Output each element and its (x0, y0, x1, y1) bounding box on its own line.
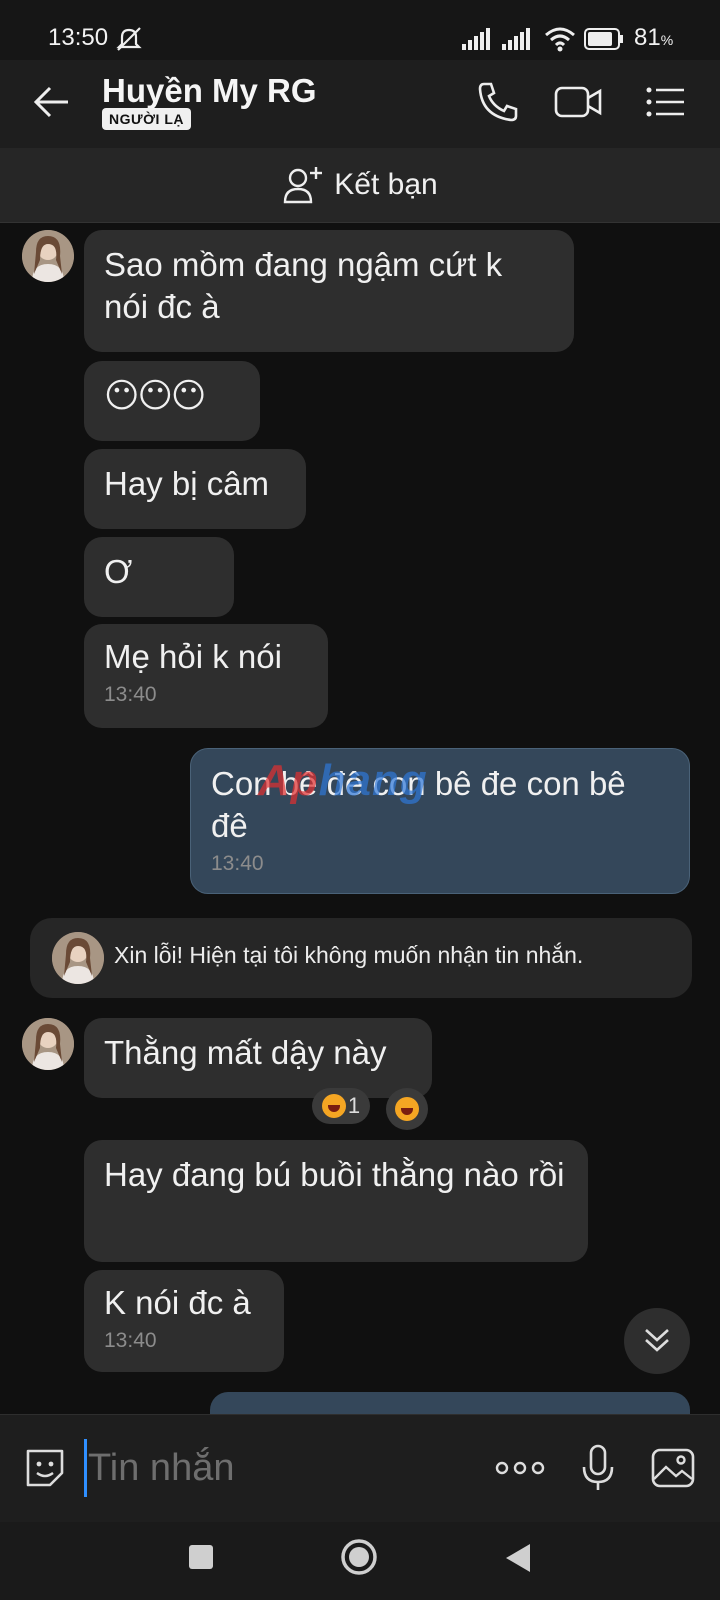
message-text: Sao mồm đang ngậm cứt k nói đc à (104, 246, 503, 325)
video-call-icon[interactable] (552, 76, 604, 128)
wifi-icon (545, 27, 575, 52)
reaction-count[interactable]: 1 (312, 1088, 370, 1124)
message-timestamp: 13:40 (104, 1329, 157, 1352)
message-bubble[interactable]: Hay đang bú buồi thằng nào rồi (84, 1140, 588, 1262)
message-bubble[interactable]: Ơ (84, 537, 234, 617)
message-bubble[interactable]: 😶😶😶 (84, 361, 260, 441)
microphone-icon[interactable] (578, 1443, 618, 1493)
avatar (52, 932, 104, 984)
image-icon[interactable] (650, 1445, 696, 1491)
status-time: 13:50 (48, 24, 109, 51)
add-friend-bar[interactable]: Kết bạn (0, 148, 720, 223)
phone-icon[interactable] (472, 76, 524, 128)
message-text: Thằng mất dậy này (104, 1034, 387, 1071)
laugh-reaction-icon (395, 1097, 419, 1121)
mute-bell-icon (116, 27, 142, 51)
avatar[interactable] (22, 230, 74, 282)
message-bubble[interactable]: Mẹ hỏi k nói 13:40 (84, 624, 328, 728)
contact-name[interactable]: Huyền My RG (102, 72, 317, 110)
battery-percent: 81% (634, 24, 674, 51)
scroll-down-icon (645, 1329, 669, 1352)
back-triangle-icon[interactable] (504, 1542, 532, 1574)
add-friend-icon (284, 167, 323, 204)
more-dots-icon[interactable] (494, 1453, 546, 1483)
recents-square-icon[interactable] (188, 1544, 214, 1570)
message-timestamp: 13:40 (104, 683, 157, 706)
chat-header: Huyền My RG NGƯỜI LẠ (0, 60, 720, 148)
laugh-reaction-icon (321, 1094, 346, 1118)
signal-icon-2 (502, 28, 530, 50)
message-bubble[interactable]: Thằng mất dậy này (84, 1018, 432, 1098)
home-circle-icon[interactable] (340, 1538, 378, 1576)
message-bubble[interactable]: Hay bị câm (84, 449, 306, 529)
message-text: Hay bị câm (104, 465, 270, 502)
add-reaction-button[interactable] (386, 1088, 428, 1130)
text-cursor (84, 1439, 87, 1497)
sticker-icon[interactable] (22, 1445, 68, 1491)
message-text: Hay đang bú buồi thằng nào rồi (104, 1156, 565, 1193)
emoji-message: 😶😶😶 (104, 377, 206, 415)
message-text: Ơ (104, 553, 133, 590)
message-bubble[interactable]: K nói đc à 13:40 (84, 1270, 284, 1372)
signal-icon (462, 28, 490, 50)
message-input-bar (0, 1414, 720, 1523)
system-nav-bar (0, 1522, 720, 1600)
menu-list-icon[interactable] (640, 76, 692, 128)
scroll-down-button[interactable] (624, 1308, 690, 1374)
message-input[interactable] (88, 1443, 468, 1493)
add-friend-label: Kết bạn (334, 168, 438, 201)
watermark-logo: Aphang (258, 756, 428, 805)
avatar[interactable] (22, 1018, 74, 1070)
system-notice-text: Xin lỗi! Hiện tại tôi không muốn nhận ti… (114, 942, 584, 968)
message-timestamp: 13:40 (211, 852, 264, 875)
message-text: K nói đc à (104, 1284, 251, 1321)
message-text: Mẹ hỏi k nói (104, 638, 282, 675)
back-arrow-icon[interactable] (30, 80, 74, 124)
system-notice: Xin lỗi! Hiện tại tôi không muốn nhận ti… (30, 918, 692, 998)
status-bar: 13:50 81% (0, 0, 720, 60)
battery-icon (584, 28, 623, 50)
stranger-badge: NGƯỜI LẠ (102, 108, 191, 130)
message-bubble[interactable]: Sao mồm đang ngậm cứt k nói đc à (84, 230, 574, 352)
